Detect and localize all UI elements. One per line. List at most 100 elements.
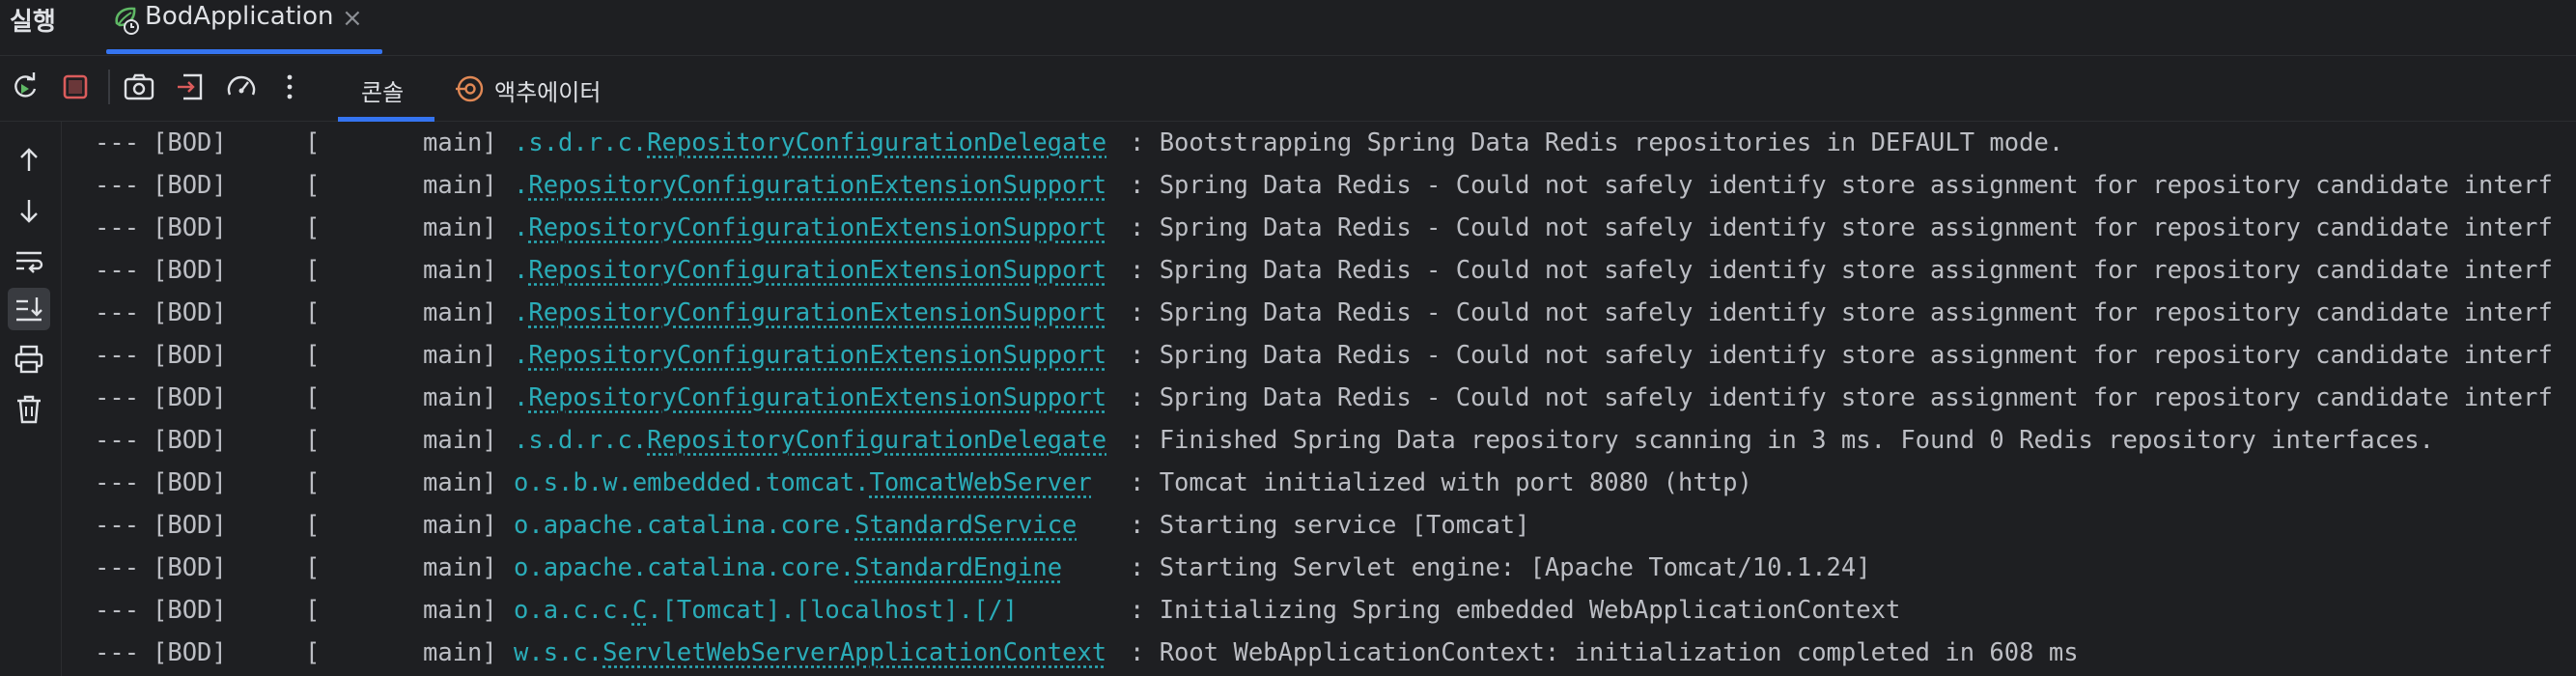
- log-separator: ---: [95, 596, 140, 625]
- active-tab-indicator: [106, 49, 382, 54]
- logger-package: .: [514, 256, 529, 285]
- tab-actuator[interactable]: 액추에이터: [454, 56, 618, 122]
- log-message: : Starting service [Tomcat]: [1130, 511, 1530, 540]
- log-app-name: [BOD]: [153, 256, 227, 285]
- run-tab-bod-application[interactable]: BodApplication ×: [106, 0, 382, 56]
- tab-actuator-label: 액추에이터: [494, 79, 602, 106]
- logger-package: o.a.c.c.: [514, 596, 632, 625]
- log-logger-name[interactable]: .RepositoryConfigurationExtensionSupport: [514, 164, 1106, 207]
- log-thread-name: main]: [423, 596, 497, 625]
- log-message: : Spring Data Redis - Could not safely i…: [1130, 383, 2553, 412]
- log-separator: ---: [95, 341, 140, 370]
- log-logger-name[interactable]: .s.d.r.c.RepositoryConfigurationDelegate: [514, 419, 1106, 462]
- print-icon[interactable]: [8, 338, 50, 380]
- run-tool-window-header: 실행 BodApplication ×: [0, 0, 2576, 56]
- log-thread-bracket: [: [305, 256, 321, 285]
- log-thread-bracket: [: [305, 213, 321, 242]
- logger-package: o.apache.catalina.core.: [514, 553, 855, 582]
- log-separator: ---: [95, 553, 140, 582]
- arrow-down-icon[interactable]: [8, 189, 50, 232]
- log-thread-bracket: [: [305, 638, 321, 667]
- logger-class-link[interactable]: RepositoryConfigurationExtensionSupport: [528, 298, 1106, 327]
- console-side-toolbar: [0, 122, 62, 676]
- log-logger-name[interactable]: o.a.c.c.C.[Tomcat].[localhost].[/]: [514, 589, 1018, 632]
- log-separator: ---: [95, 171, 140, 200]
- log-separator: ---: [95, 426, 140, 455]
- logger-class-link[interactable]: RepositoryConfigurationExtensionSupport: [528, 341, 1106, 370]
- exit-icon[interactable]: [172, 68, 210, 106]
- log-thread-bracket: [: [305, 596, 321, 625]
- log-app-name: [BOD]: [153, 468, 227, 497]
- logger-class-link[interactable]: RepositoryConfigurationExtensionSupport: [528, 256, 1106, 285]
- logger-class-link[interactable]: RepositoryConfigurationExtensionSupport: [528, 171, 1106, 200]
- gauge-icon[interactable]: [222, 68, 261, 106]
- log-logger-name[interactable]: .RepositoryConfigurationExtensionSupport: [514, 334, 1106, 377]
- arrow-up-icon[interactable]: [8, 139, 50, 182]
- log-separator: ---: [95, 638, 140, 667]
- logger-package: .s.d.r.c.: [514, 426, 648, 455]
- log-app-name: [BOD]: [153, 213, 227, 242]
- logger-suffix: .[Tomcat].[localhost].[/]: [647, 596, 1018, 625]
- log-thread-name: main]: [423, 171, 497, 200]
- logger-class-link[interactable]: RepositoryConfigurationExtensionSupport: [528, 383, 1106, 412]
- log-thread-bracket: [: [305, 171, 321, 200]
- run-panel-title: 실행: [10, 8, 56, 37]
- logger-class-link[interactable]: StandardEngine: [854, 553, 1062, 582]
- log-logger-name[interactable]: o.s.b.w.embedded.tomcat.TomcatWebServer: [514, 462, 1092, 504]
- log-thread-name: main]: [423, 298, 497, 327]
- log-separator: ---: [95, 298, 140, 327]
- log-logger-name[interactable]: .RepositoryConfigurationExtensionSupport: [514, 249, 1106, 292]
- logger-class-link[interactable]: RepositoryConfigurationDelegate: [647, 426, 1106, 455]
- log-message: : Spring Data Redis - Could not safely i…: [1130, 298, 2553, 327]
- logger-class-link[interactable]: RepositoryConfigurationExtensionSupport: [528, 213, 1106, 242]
- log-logger-name[interactable]: .RepositoryConfigurationExtensionSupport: [514, 377, 1106, 419]
- log-thread-bracket: [: [305, 426, 321, 455]
- log-message: : Spring Data Redis - Could not safely i…: [1130, 256, 2553, 285]
- log-message: : Spring Data Redis - Could not safely i…: [1130, 171, 2553, 200]
- log-logger-name[interactable]: o.apache.catalina.core.StandardService: [514, 504, 1077, 547]
- log-thread-bracket: [: [305, 298, 321, 327]
- stop-icon[interactable]: [56, 68, 95, 106]
- log-thread-bracket: [: [305, 341, 321, 370]
- log-logger-name[interactable]: .RepositoryConfigurationExtensionSupport: [514, 292, 1106, 334]
- log-app-name: [BOD]: [153, 383, 227, 412]
- log-logger-name[interactable]: o.apache.catalina.core.StandardEngine: [514, 547, 1062, 589]
- logger-class-link[interactable]: C: [632, 596, 647, 625]
- run-tab-label: BodApplication: [145, 2, 334, 31]
- log-app-name: [BOD]: [153, 171, 227, 200]
- log-logger-name[interactable]: .RepositoryConfigurationExtensionSupport: [514, 207, 1106, 249]
- camera-icon[interactable]: [120, 68, 158, 106]
- log-separator: ---: [95, 383, 140, 412]
- scroll-to-end-icon[interactable]: [8, 288, 50, 330]
- log-thread-name: main]: [423, 426, 497, 455]
- log-separator: ---: [95, 128, 140, 157]
- logger-package: .: [514, 341, 529, 370]
- logger-class-link[interactable]: RepositoryConfigurationDelegate: [647, 128, 1106, 157]
- rerun-icon[interactable]: [6, 68, 44, 106]
- close-icon[interactable]: ×: [342, 4, 363, 33]
- tab-console-label: 콘솔: [361, 79, 405, 106]
- log-separator: ---: [95, 213, 140, 242]
- spring-boot-run-icon: [108, 2, 143, 37]
- log-message: : Spring Data Redis - Could not safely i…: [1130, 341, 2553, 370]
- tab-console[interactable]: 콘솔: [338, 56, 434, 122]
- log-message: : Starting Servlet engine: [Apache Tomca…: [1130, 553, 1871, 582]
- logger-class-link[interactable]: StandardService: [854, 511, 1077, 540]
- soft-wrap-icon[interactable]: [8, 239, 50, 282]
- log-message: : Root WebApplicationContext: initializa…: [1130, 638, 2079, 667]
- more-vertical-icon[interactable]: [270, 68, 309, 106]
- log-message: : Finished Spring Data repository scanni…: [1130, 426, 2435, 455]
- run-toolbar: 콘솔 액추에이터: [0, 56, 2576, 122]
- trash-icon[interactable]: [8, 388, 50, 431]
- logger-package: .s.d.r.c.: [514, 128, 648, 157]
- log-logger-name[interactable]: w.s.c.ServletWebServerApplicationContext: [514, 632, 1106, 674]
- logger-package: .: [514, 171, 529, 200]
- console-output[interactable]: --- [BOD][main] .s.d.r.c.RepositoryConfigu…: [62, 122, 2576, 676]
- toolbar-separator: [108, 70, 110, 104]
- log-logger-name[interactable]: .s.d.r.c.RepositoryConfigurationDelegate: [514, 122, 1106, 164]
- log-thread-name: main]: [423, 468, 497, 497]
- log-message: : Spring Data Redis - Could not safely i…: [1130, 213, 2553, 242]
- logger-class-link[interactable]: ServletWebServerApplicationContext: [602, 638, 1106, 667]
- logger-package: w.s.c.: [514, 638, 603, 667]
- logger-class-link[interactable]: TomcatWebServer: [869, 468, 1091, 497]
